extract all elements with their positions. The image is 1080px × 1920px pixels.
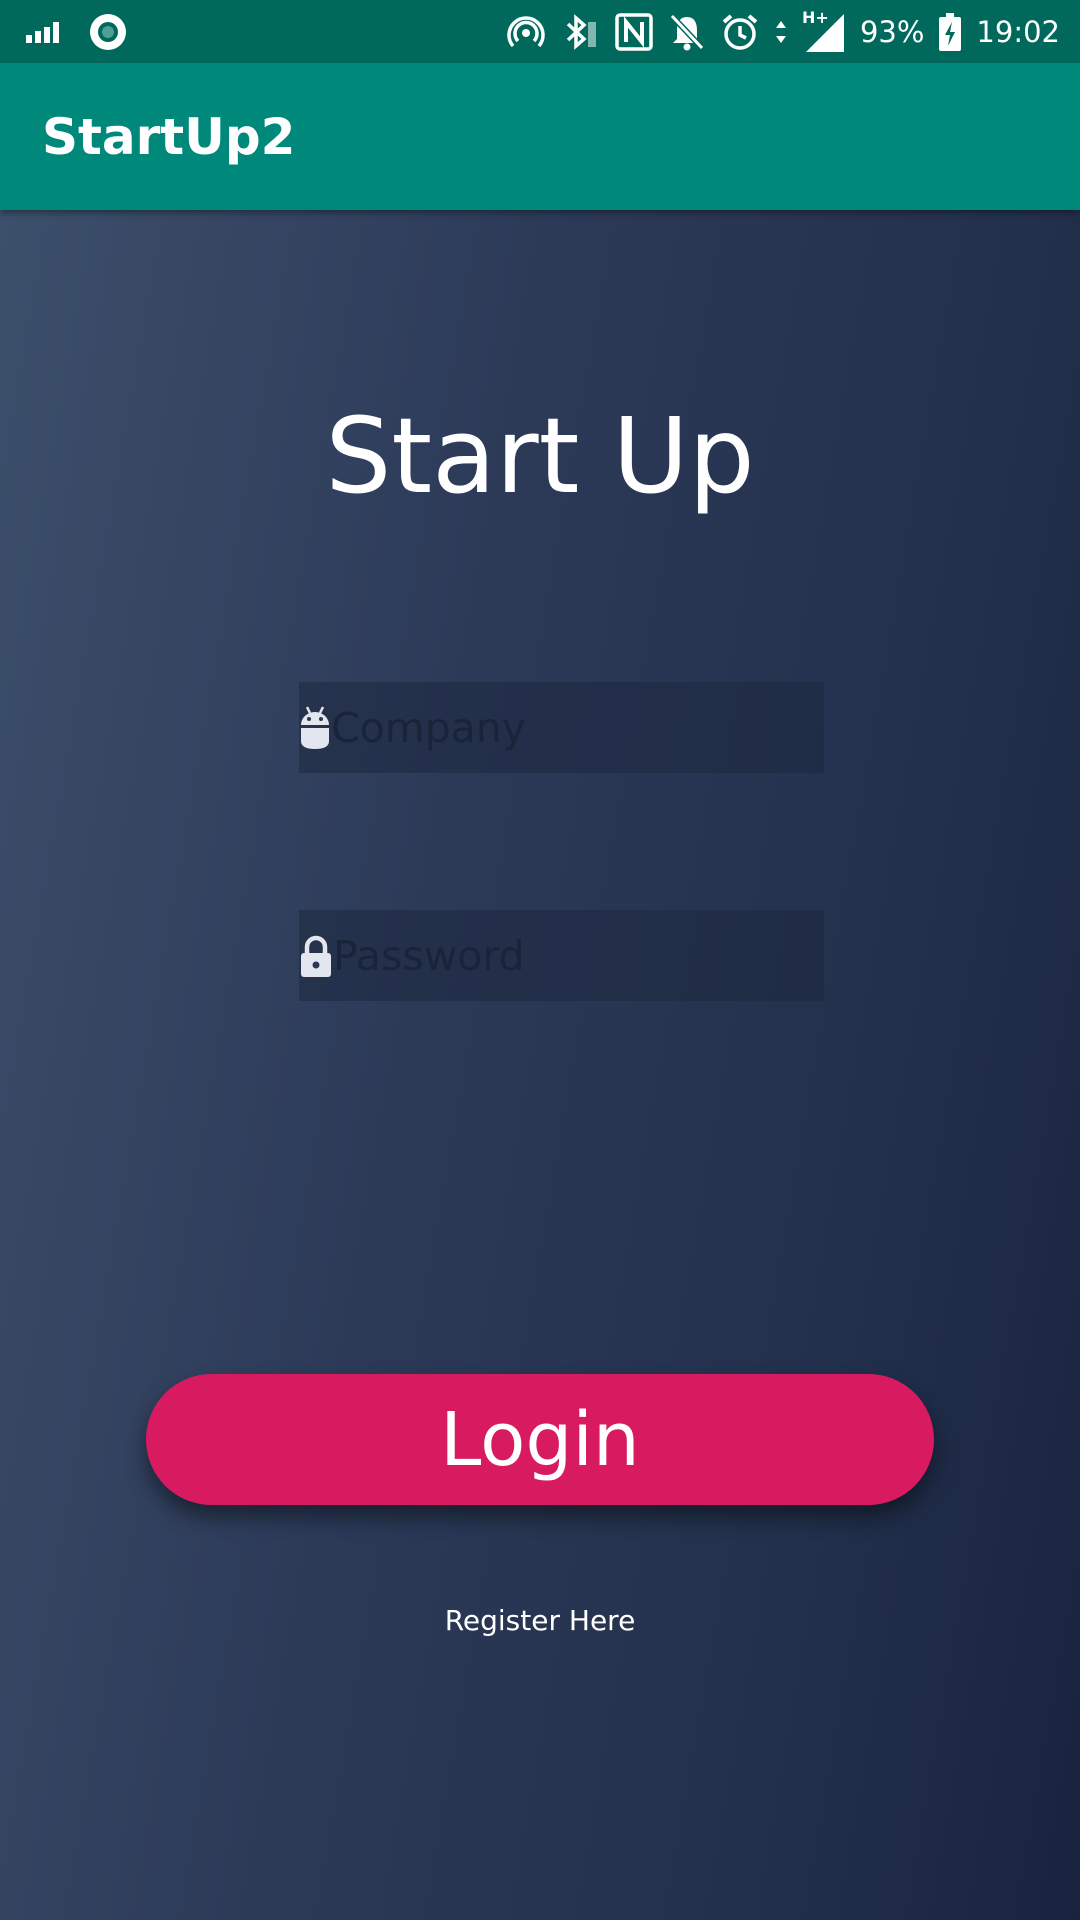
company-field[interactable]	[299, 682, 845, 773]
bluetooth-icon	[560, 12, 600, 52]
page-title: Start Up	[325, 395, 755, 517]
app-bar: StartUp2	[0, 63, 1080, 210]
notifications-off-icon	[668, 12, 706, 52]
company-input[interactable]	[331, 682, 845, 773]
password-input[interactable]	[333, 910, 847, 1001]
login-button[interactable]: Login	[146, 1374, 934, 1505]
android-icon	[299, 682, 331, 773]
login-screen: Start Up Login Register Here	[0, 210, 1080, 1920]
nfc-icon	[614, 12, 654, 52]
status-bar-left	[26, 0, 128, 63]
app-title: StartUp2	[42, 107, 296, 166]
hotspot-icon	[506, 12, 546, 52]
cell-signal-icon: H+	[801, 7, 846, 54]
data-arrows-icon	[774, 17, 788, 47]
clock: 19:02	[976, 14, 1060, 49]
signal-icon	[26, 21, 62, 43]
lock-icon	[299, 910, 333, 1001]
status-bar: H+ 93% 19:02	[0, 0, 1080, 63]
network-type-label: H+	[801, 7, 829, 27]
record-icon	[88, 12, 128, 52]
battery-percent: 93%	[859, 14, 925, 49]
register-link[interactable]: Register Here	[0, 1604, 1080, 1637]
battery-charging-icon	[938, 12, 962, 52]
status-bar-right: H+ 93% 19:02	[506, 0, 1060, 63]
alarm-icon	[720, 12, 760, 52]
password-field[interactable]	[299, 910, 847, 1001]
